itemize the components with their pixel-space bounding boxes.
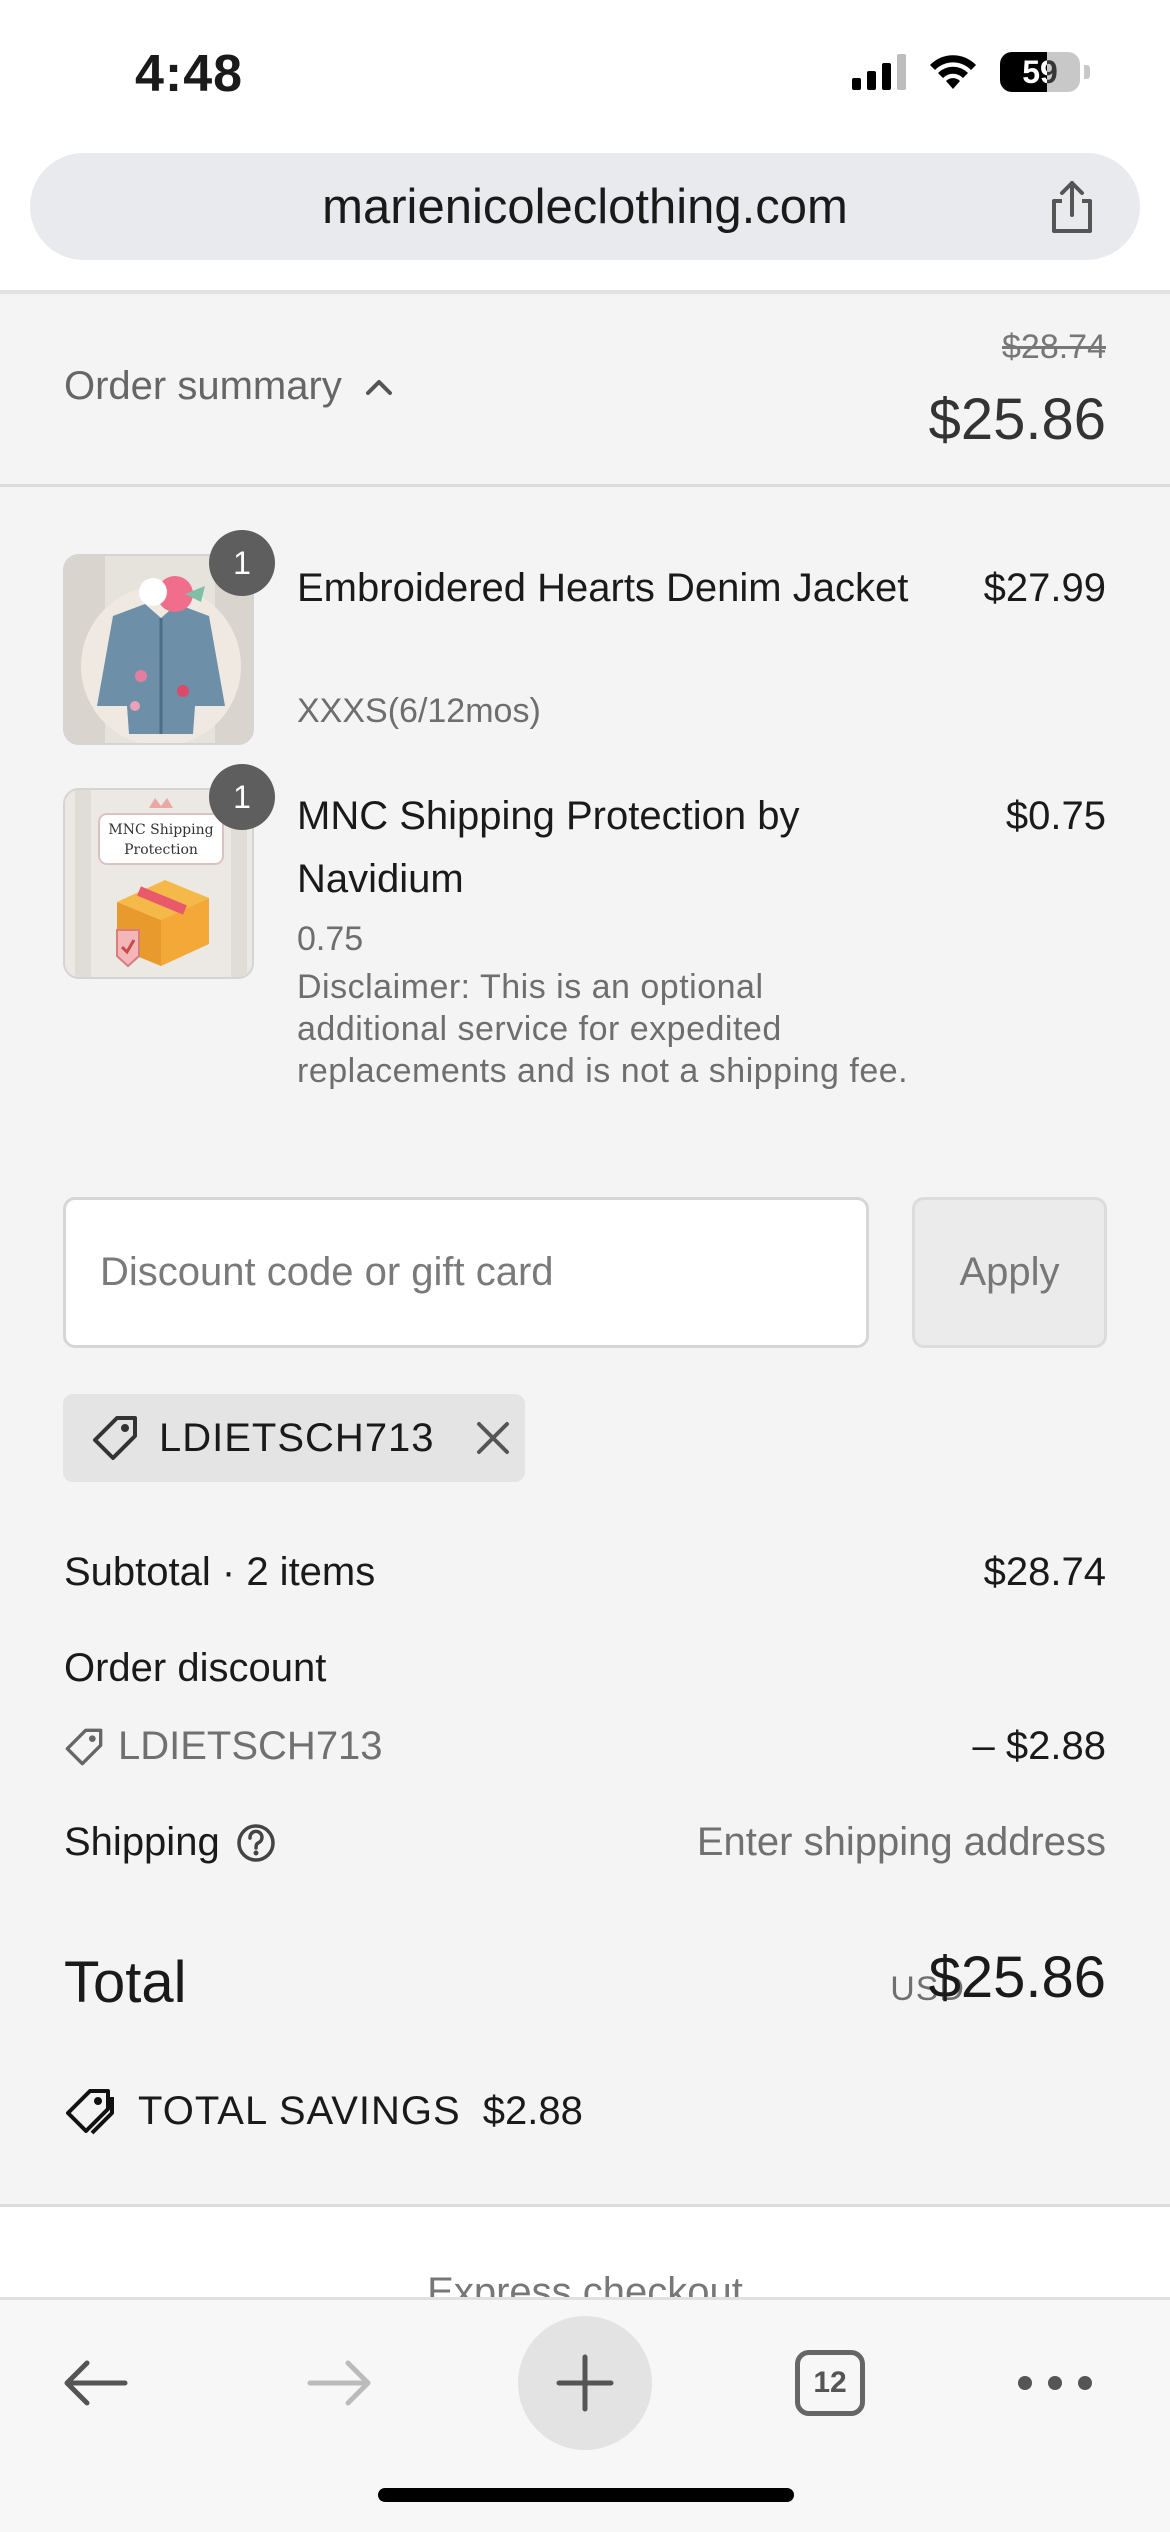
discount-code-input[interactable]: [66, 1200, 866, 1345]
status-time: 4:48: [135, 45, 244, 103]
panel-divider: [0, 2204, 1170, 2207]
order-discount-code-row: LDIETSCH713 – $2.88: [64, 1724, 1106, 1777]
item-title: MNC Shipping Protection by Navidium: [297, 794, 800, 901]
thumb-caption-line1: MNC Shipping: [108, 822, 213, 838]
arrow-right-icon[interactable]: [304, 2358, 376, 2408]
url-text[interactable]: marienicoleclothing.com: [30, 179, 1140, 235]
plus-icon[interactable]: [555, 2353, 615, 2413]
item-variant: XXXS(6/12mos): [297, 692, 541, 730]
shipping-row: Shipping Enter shipping address: [64, 1820, 1106, 1865]
quantity-badge: 1: [209, 530, 275, 596]
order-summary-label: Order summary: [64, 364, 342, 408]
tags-icon: [66, 2089, 114, 2135]
order-discount-value: – $2.88: [972, 1724, 1106, 1768]
applied-discount-chip: LDIETSCH713: [63, 1394, 525, 1482]
discount-code-field[interactable]: [63, 1197, 869, 1348]
arrow-left-icon[interactable]: [59, 2358, 131, 2408]
original-total: $28.74: [1002, 328, 1106, 366]
shipping-value: Enter shipping address: [696, 1820, 1106, 1864]
close-icon[interactable]: [471, 1416, 515, 1460]
tabs-button[interactable]: 12: [775, 2328, 885, 2438]
battery-icon: 59: [1000, 52, 1080, 92]
wifi-icon: [930, 55, 976, 89]
tag-icon: [93, 1416, 137, 1460]
subtotal-label: Subtotal · 2 items: [64, 1550, 376, 1594]
tabs-icon[interactable]: 12: [795, 2350, 865, 2416]
tab-count: 12: [813, 2366, 847, 2399]
order-discount-label: Order discount: [64, 1646, 327, 1690]
item-title: Embroidered Hearts Denim Jacket: [297, 566, 909, 610]
subtotal-row: Subtotal · 2 items $28.74: [64, 1550, 1106, 1595]
order-summary-toggle-button[interactable]: Order summary: [64, 364, 394, 409]
cellular-signal-icon: [852, 54, 906, 90]
total-amount: $25.86: [928, 1945, 1106, 2010]
summary-total: $25.86: [928, 387, 1106, 452]
order-discount-row: Order discount: [64, 1646, 1106, 1691]
question-circle-icon[interactable]: [236, 1823, 276, 1863]
more-horizontal-icon[interactable]: [1015, 2373, 1095, 2393]
apply-discount-button[interactable]: Apply: [912, 1197, 1107, 1348]
order-summary-toggle[interactable]: Order summary $28.74 $25.86: [0, 294, 1170, 487]
back-button[interactable]: [40, 2328, 150, 2438]
home-indicator: [378, 2488, 794, 2502]
quantity-badge: 1: [209, 764, 275, 830]
address-bar[interactable]: marienicoleclothing.com: [30, 153, 1140, 260]
order-summary-panel: Order summary $28.74 $25.86 1 Embroidere…: [0, 294, 1170, 2204]
order-discount-code: LDIETSCH713: [118, 1724, 383, 1768]
total-savings-row: TOTAL SAVINGS $2.88: [64, 2087, 583, 2135]
shipping-label: Shipping: [64, 1820, 220, 1864]
tag-icon: [65, 1728, 103, 1765]
share-icon[interactable]: [1042, 177, 1102, 237]
thumb-caption-line2: Protection: [124, 842, 198, 858]
total-label: Total: [64, 1950, 187, 2015]
chevron-up-icon: [365, 379, 392, 395]
status-icons: 59: [852, 52, 1090, 92]
item-variant: 0.75: [297, 920, 364, 958]
new-tab-button[interactable]: [518, 2316, 652, 2450]
item-price: $0.75: [1005, 794, 1106, 838]
item-price: $27.99: [983, 566, 1106, 610]
battery-level: 59: [1022, 53, 1058, 90]
forward-button[interactable]: [285, 2328, 395, 2438]
status-bar: 4:48 59: [0, 0, 1170, 145]
more-button[interactable]: [1000, 2328, 1110, 2438]
applied-discount-code: LDIETSCH713: [159, 1415, 435, 1460]
item-disclaimer: Disclaimer: This is an optional addition…: [297, 968, 909, 1090]
subtotal-value: $28.74: [983, 1550, 1106, 1594]
total-savings-value: $2.88: [482, 2088, 583, 2133]
total-savings-label: TOTAL SAVINGS: [138, 2088, 461, 2133]
